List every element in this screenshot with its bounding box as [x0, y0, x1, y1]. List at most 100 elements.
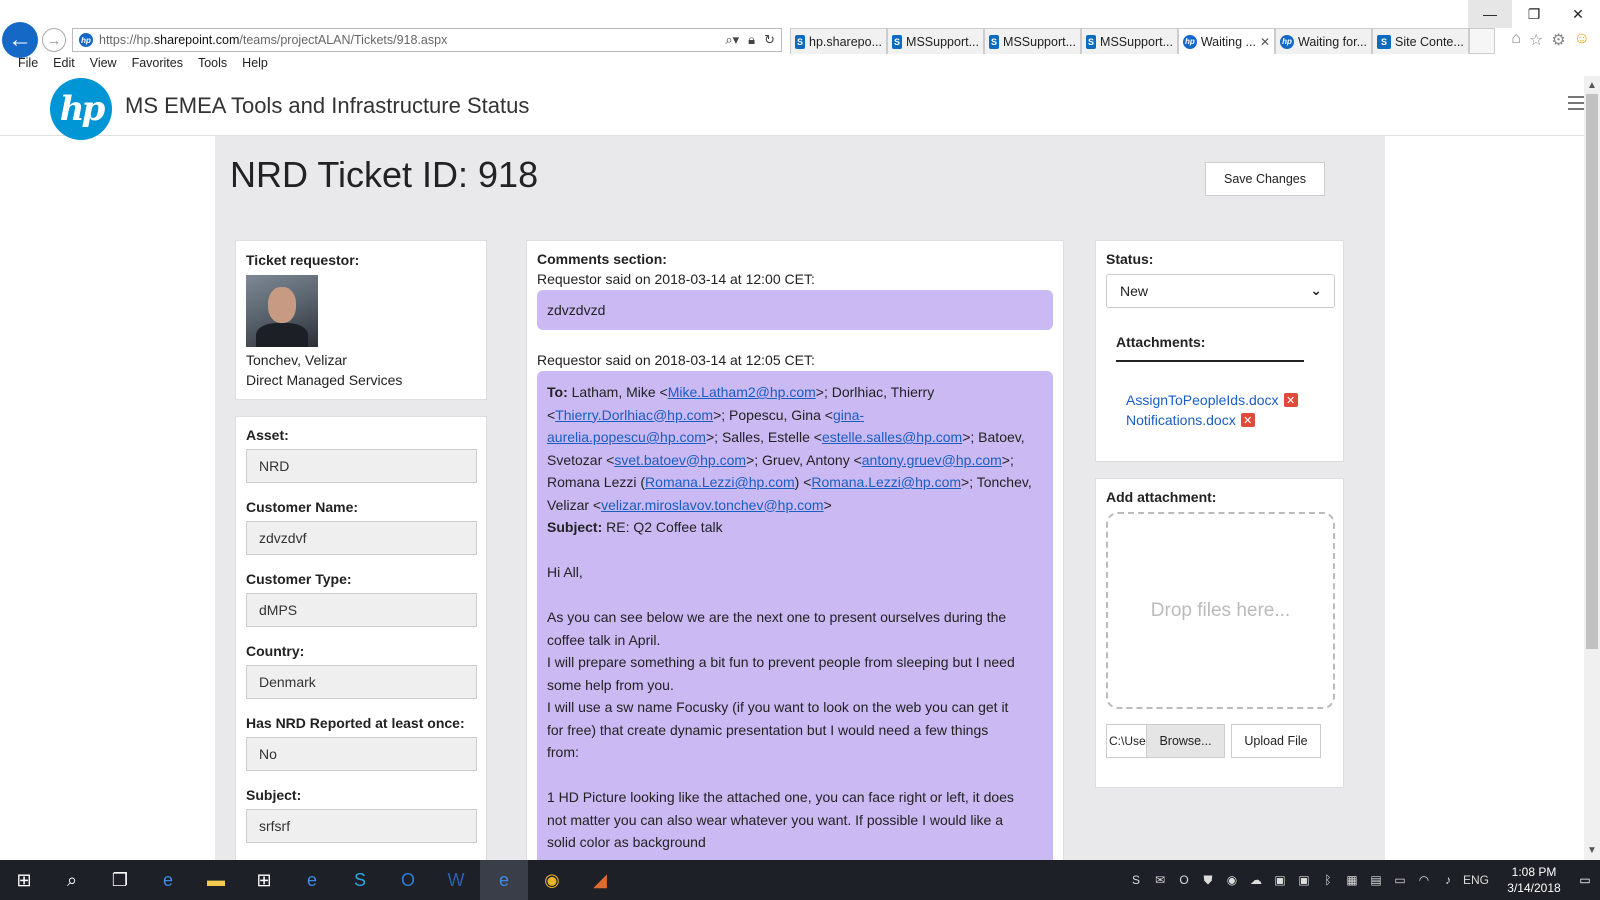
file-path-field[interactable]: C:\Use — [1107, 725, 1147, 757]
new-tab-button[interactable] — [1469, 28, 1495, 54]
clock[interactable]: 1:08 PM 3/14/2018 — [1498, 864, 1570, 896]
email-link[interactable]: Thierry.Dorlhiac@hp.com — [555, 407, 713, 423]
delete-icon[interactable]: ✕ — [1240, 413, 1255, 427]
outlook-icon[interactable]: O — [384, 860, 432, 900]
tab-label: hp.sharepo... — [809, 34, 882, 49]
save-changes-button[interactable]: Save Changes — [1205, 162, 1325, 196]
chrome-tray-icon[interactable]: ◉ — [1220, 873, 1244, 887]
menu-help[interactable]: Help — [242, 56, 268, 76]
scroll-down-icon[interactable]: ▼ — [1587, 845, 1597, 856]
feedback-smiley-icon[interactable]: ☺ — [1574, 30, 1590, 50]
email-link[interactable]: gina- — [833, 407, 864, 423]
restore-icon[interactable]: ❐ — [1512, 0, 1556, 28]
shield-tray-icon[interactable]: ⛊ — [1196, 873, 1220, 888]
search-icon[interactable]: ⌕ — [48, 860, 96, 900]
tab-strip: Shp.sharepo... S MSSupport... S MSSupport.… — [790, 28, 1495, 54]
tab-label: Site Conte... — [1395, 34, 1464, 49]
network-tray-icon[interactable]: ▦ — [1340, 873, 1364, 887]
outlook-tray-icon[interactable]: O — [1172, 873, 1196, 887]
close-tab-icon[interactable]: ✕ — [1260, 35, 1270, 49]
email-link[interactable]: antony.gruev@hp.com — [862, 452, 1002, 468]
wifi-tray-icon[interactable]: ◠ — [1412, 873, 1436, 887]
internet-explorer-active-icon[interactable]: e — [480, 860, 528, 900]
subject-label: Subject: — [246, 787, 302, 803]
close-window-icon[interactable]: ✕ — [1556, 0, 1600, 28]
app-tray-icon[interactable]: ▣ — [1292, 873, 1316, 887]
browser-tab-active[interactable]: hp Waiting ... ✕ — [1178, 28, 1275, 54]
task-view-icon[interactable]: ❐ — [96, 860, 144, 900]
address-bar[interactable]: hp https://hp.sharepoint.com/teams/proje… — [72, 28, 782, 52]
favorites-star-icon[interactable]: ☆ — [1529, 30, 1543, 50]
browser-tab[interactable]: S MSSupport... — [984, 28, 1081, 54]
browser-tab[interactable]: Shp.sharepo... — [790, 28, 887, 54]
menu-edit[interactable]: Edit — [53, 56, 75, 76]
volume-tray-icon[interactable]: ♪ — [1436, 873, 1460, 887]
customer-name-field[interactable]: zdvzdvf — [246, 521, 477, 555]
minimize-icon[interactable]: — — [1468, 0, 1512, 28]
refresh-icon[interactable]: ↻ — [764, 32, 775, 48]
settings-gear-icon[interactable]: ⚙ — [1551, 30, 1565, 50]
email-link[interactable]: estelle.salles@hp.com — [822, 429, 962, 445]
battery-tray-icon[interactable]: ▭ — [1388, 873, 1412, 887]
status-select[interactable]: New ⌄ — [1106, 274, 1335, 308]
attachment-link[interactable]: Notifications.docx — [1126, 412, 1236, 428]
home-icon[interactable]: ⌂ — [1511, 30, 1521, 50]
scrollbar-thumb[interactable] — [1586, 94, 1598, 649]
browser-tab[interactable]: S MSSupport... — [1081, 28, 1178, 54]
menu-tools[interactable]: Tools — [198, 56, 227, 76]
skype-icon[interactable]: S — [336, 860, 384, 900]
taskbar: ⊞ ⌕ ❐ e ▬ ⊞ e S O W e ◉ ◢ S ✉ O ⛊ ◉ ☁ ▣ … — [0, 860, 1600, 900]
email-link[interactable]: Mike.Latham2@hp.com — [668, 384, 816, 400]
email-to-line: <Thierry.Dorlhiac@hp.com>; Popescu, Gina… — [547, 406, 865, 423]
email-link[interactable]: Romana.Lezzi@hp.com — [645, 474, 795, 490]
file-dropzone[interactable]: Drop files here... — [1106, 512, 1335, 709]
forward-button[interactable]: → — [42, 28, 66, 52]
hamburger-menu-icon[interactable] — [1568, 96, 1584, 114]
customer-type-field[interactable]: dMPS — [246, 593, 477, 627]
mail-tray-icon[interactable]: ✉ — [1148, 873, 1172, 887]
upload-file-button[interactable]: Upload File — [1231, 724, 1321, 758]
chrome-icon[interactable]: ◉ — [528, 860, 576, 900]
app-tray-icon[interactable]: ▣ — [1268, 873, 1292, 887]
page-scrollbar[interactable]: ▲ ▼ — [1584, 76, 1600, 860]
lock-icon[interactable]: 🔒︎ — [748, 32, 755, 48]
file-explorer-icon[interactable]: ▬ — [192, 860, 240, 900]
browse-button[interactable]: Browse... — [1147, 725, 1224, 757]
subject-field[interactable]: srfsrf — [246, 809, 477, 843]
menu-file[interactable]: File — [18, 56, 38, 76]
email-link[interactable]: aurelia.popescu@hp.com — [547, 429, 706, 445]
notifications-icon[interactable]: ▭ — [1570, 873, 1600, 887]
asset-field[interactable]: NRD — [246, 449, 477, 483]
browser-tab[interactable]: S MSSupport... — [887, 28, 984, 54]
edge-icon[interactable]: e — [144, 860, 192, 900]
back-button[interactable]: ← — [2, 22, 38, 58]
email-link[interactable]: Romana.Lezzi@hp.com — [811, 474, 961, 490]
hp-logo[interactable]: hp — [50, 78, 112, 140]
email-link[interactable]: velizar.miroslavov.tonchev@hp.com — [601, 497, 823, 513]
word-icon[interactable]: W — [432, 860, 480, 900]
internet-explorer-icon[interactable]: e — [288, 860, 336, 900]
visual-studio-icon[interactable]: ◢ — [576, 860, 624, 900]
menu-favorites[interactable]: Favorites — [132, 56, 183, 76]
cloud-tray-icon[interactable]: ☁ — [1244, 873, 1268, 887]
language-indicator[interactable]: ENG — [1460, 873, 1492, 887]
country-field[interactable]: Denmark — [246, 665, 477, 699]
tab-label: MSSupport... — [1100, 34, 1173, 49]
email-link[interactable]: svet.batoev@hp.com — [614, 452, 746, 468]
nrd-reported-field[interactable]: No — [246, 737, 477, 771]
browser-tab[interactable]: hp Waiting for... — [1275, 28, 1372, 54]
system-tray: S ✉ O ⛊ ◉ ☁ ▣ ▣ ᛒ ▦ ▤ ▭ ◠ ♪ ENG 1:08 PM … — [1124, 860, 1600, 900]
bluetooth-tray-icon[interactable]: ᛒ — [1316, 873, 1340, 887]
app-tray-icon[interactable]: ▤ — [1364, 873, 1388, 887]
file-input[interactable]: C:\Use Browse... — [1106, 724, 1225, 758]
skype-tray-icon[interactable]: S — [1124, 873, 1148, 887]
search-icon[interactable]: ⌕▾ — [725, 32, 739, 48]
browser-tab[interactable]: S Site Conte... — [1372, 28, 1469, 54]
menu-view[interactable]: View — [90, 56, 117, 76]
delete-icon[interactable]: ✕ — [1283, 393, 1298, 407]
scroll-up-icon[interactable]: ▲ — [1587, 80, 1597, 91]
email-to-line: Svetozar <svet.batoev@hp.com>; Gruev, An… — [547, 451, 1014, 468]
store-icon[interactable]: ⊞ — [240, 860, 288, 900]
windows-start-icon[interactable]: ⊞ — [0, 860, 48, 900]
attachment-link[interactable]: AssignToPeopleIds.docx — [1126, 392, 1279, 408]
